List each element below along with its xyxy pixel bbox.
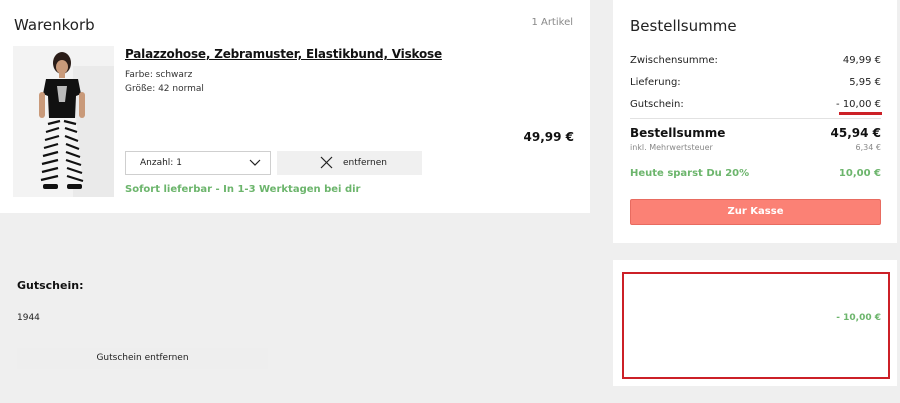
- remove-item-label: entfernen: [343, 158, 387, 168]
- summary-title: Bestellsumme: [630, 17, 737, 35]
- product-photo: [13, 46, 114, 197]
- subtotal-value: 49,99 €: [842, 55, 881, 66]
- total-value: 45,94 €: [830, 126, 881, 140]
- voucher-amount: - 10,00 €: [836, 313, 881, 323]
- savings-row: Heute sparst Du 20% 10,00 €: [630, 168, 881, 179]
- product-size: Größe: 42 normal: [125, 84, 204, 94]
- voucher-title: Gutschein:: [17, 279, 84, 292]
- cart-title: Warenkorb: [14, 16, 95, 34]
- savings-label: Heute sparst Du 20%: [630, 168, 750, 179]
- product-image[interactable]: [13, 46, 114, 197]
- shipping-value: 5,95 €: [849, 77, 881, 88]
- quantity-value: Anzahl: 1: [140, 158, 182, 168]
- delivery-status: Sofort lieferbar - In 1-3 Werktagen bei …: [125, 184, 361, 195]
- chevron-down-icon: [249, 159, 261, 166]
- subtotal-label: Zwischensumme:: [630, 55, 718, 66]
- cart-panel: Warenkorb 1 Artikel Palazzohose, Zebramu…: [0, 0, 590, 213]
- voucher-highlight-underline: [839, 112, 882, 115]
- total-label: Bestellsumme: [630, 126, 726, 140]
- product-color: Farbe: schwarz: [125, 70, 193, 80]
- remove-item-button[interactable]: entfernen: [277, 151, 422, 175]
- order-summary-panel: Bestellsumme Zwischensumme: 49,99 € Lief…: [613, 0, 897, 243]
- product-price: 49,99 €: [523, 130, 574, 144]
- close-icon: [320, 156, 333, 169]
- voucher-row-value: - 10,00 €: [836, 99, 881, 110]
- voucher-highlight-frame: [622, 272, 890, 379]
- shipping-row: Lieferung: 5,95 €: [630, 77, 881, 88]
- cart-item-count: 1 Artikel: [531, 17, 573, 28]
- product-name-link[interactable]: Palazzohose, Zebramuster, Elastikbund, V…: [125, 47, 442, 61]
- subtotal-row: Zwischensumme: 49,99 €: [630, 55, 881, 66]
- vat-value: 6,34 €: [855, 143, 881, 152]
- voucher-row: Gutschein: - 10,00 €: [630, 99, 881, 110]
- summary-divider: [630, 118, 881, 119]
- checkout-button[interactable]: Zur Kasse: [630, 199, 881, 225]
- vat-label: inkl. Mehrwertsteuer: [630, 143, 713, 152]
- voucher-panel: [613, 260, 897, 386]
- shipping-label: Lieferung:: [630, 77, 681, 88]
- quantity-select[interactable]: Anzahl: 1: [125, 151, 271, 175]
- savings-value: 10,00 €: [838, 168, 881, 179]
- voucher-row-label: Gutschein:: [630, 99, 684, 110]
- voucher-code: 1944: [17, 313, 40, 323]
- remove-voucher-button[interactable]: Gutschein entfernen: [17, 348, 268, 369]
